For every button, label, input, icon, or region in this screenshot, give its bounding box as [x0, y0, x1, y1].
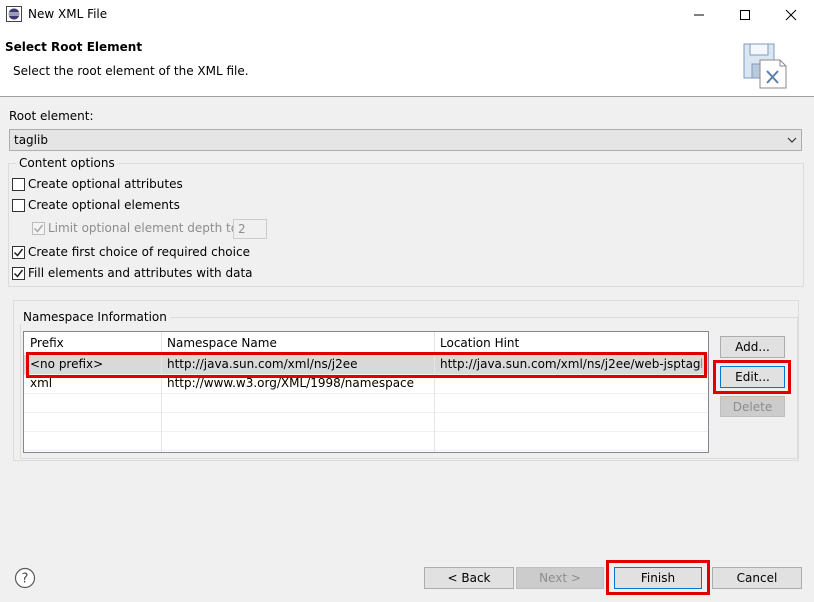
table-row-empty — [24, 431, 708, 451]
table-row[interactable]: <no prefix> http://java.sun.com/xml/ns/j… — [24, 355, 708, 375]
edit-namespace-button[interactable]: Edit... — [720, 366, 785, 388]
page-title: Select Root Element — [5, 40, 143, 54]
title-bar: New XML File — [0, 0, 814, 30]
create-optional-elements-label: Create optional elements — [28, 198, 180, 212]
limit-depth-label: Limit optional element depth to: — [48, 221, 243, 235]
table-row-empty — [24, 412, 708, 432]
table-row[interactable]: xml http://www.w3.org/XML/1998/namespace — [24, 374, 708, 394]
root-element-value: taglib — [14, 133, 48, 147]
page-description: Select the root element of the XML file. — [13, 64, 249, 78]
create-optional-attributes-checkbox[interactable] — [12, 178, 25, 191]
help-icon: ? — [14, 567, 36, 589]
create-optional-elements-checkbox[interactable] — [12, 199, 25, 212]
xml-file-wizard-icon — [743, 43, 787, 89]
root-element-select[interactable]: taglib — [9, 129, 802, 151]
help-button[interactable]: ? — [14, 567, 36, 589]
next-button[interactable]: Next > — [516, 567, 604, 589]
column-header-prefix[interactable]: Prefix — [30, 336, 64, 350]
row-prefix: <no prefix> — [30, 357, 104, 371]
namespace-table[interactable]: Prefix Namespace Name Location Hint <no … — [23, 331, 709, 453]
namespace-title: Namespace Information — [20, 310, 170, 324]
checkmark-icon — [13, 248, 24, 257]
column-header-location-hint[interactable]: Location Hint — [440, 336, 519, 350]
svg-text:?: ? — [22, 572, 29, 587]
minimize-icon — [694, 14, 704, 16]
content-options-title: Content options — [16, 156, 118, 170]
column-header-namespace-name[interactable]: Namespace Name — [167, 336, 277, 350]
finish-button[interactable]: Finish — [614, 567, 702, 589]
delete-namespace-button[interactable]: Delete — [720, 396, 785, 417]
row-prefix: xml — [30, 376, 53, 390]
chevron-down-icon — [787, 137, 797, 143]
column-divider — [434, 332, 435, 452]
row-namespace-name: http://java.sun.com/xml/ns/j2ee — [167, 357, 358, 371]
window-title: New XML File — [28, 7, 108, 21]
create-first-choice-checkbox[interactable] — [12, 246, 25, 259]
back-button[interactable]: < Back — [424, 567, 514, 589]
minimize-button[interactable] — [676, 0, 722, 30]
root-element-label: Root element: — [9, 109, 94, 123]
checkmark-icon — [13, 269, 24, 278]
row-namespace-name: http://www.w3.org/XML/1998/namespace — [167, 376, 415, 390]
fill-elements-checkbox[interactable] — [12, 267, 25, 280]
close-button[interactable] — [768, 0, 814, 30]
close-icon — [785, 9, 797, 21]
wizard-banner: Select Root Element Select the root elem… — [0, 30, 814, 97]
row-location-hint: http://java.sun.com/xml/ns/j2ee/web-jspt… — [440, 357, 702, 371]
table-row-empty — [24, 393, 708, 413]
fill-elements-label: Fill elements and attributes with data — [28, 266, 253, 280]
maximize-button[interactable] — [722, 0, 768, 30]
checkmark-icon — [33, 224, 44, 233]
limit-depth-input[interactable]: 2 — [233, 219, 267, 239]
eclipse-app-icon — [6, 6, 22, 22]
add-namespace-button[interactable]: Add... — [720, 336, 785, 358]
create-first-choice-label: Create first choice of required choice — [28, 245, 250, 259]
limit-depth-checkbox[interactable] — [32, 222, 45, 235]
cancel-button[interactable]: Cancel — [712, 567, 802, 589]
column-divider — [161, 332, 162, 452]
create-optional-attributes-label: Create optional attributes — [28, 177, 183, 191]
maximize-icon — [740, 10, 750, 20]
table-header: Prefix Namespace Name Location Hint — [24, 332, 708, 354]
